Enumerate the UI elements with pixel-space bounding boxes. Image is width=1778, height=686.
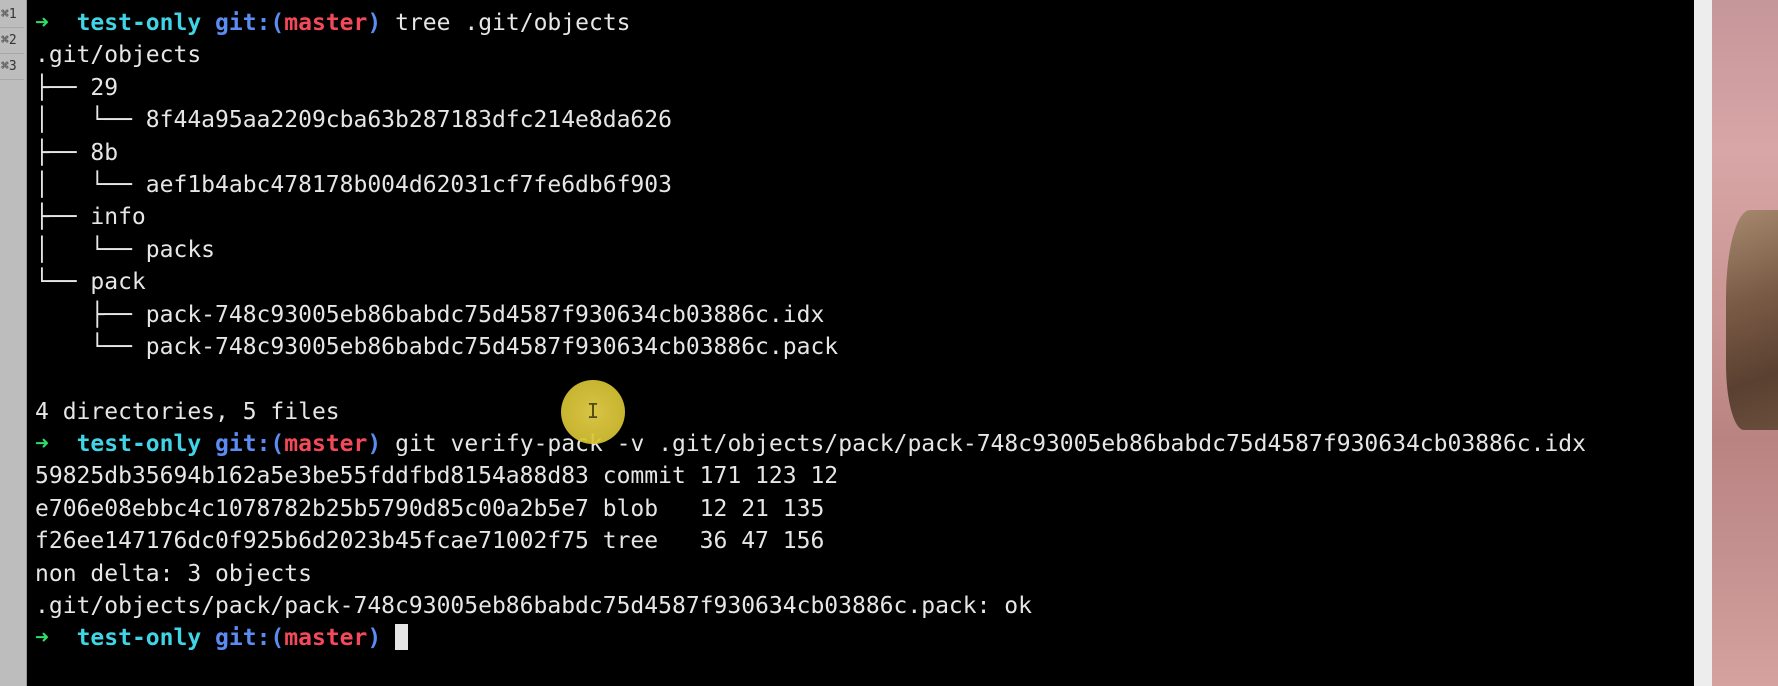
- prompt-arrow-icon: ➜: [35, 10, 49, 36]
- wallpaper-cliff: [1726, 210, 1778, 430]
- tab-indicator-2[interactable]: ⌘2: [0, 28, 24, 54]
- prompt-git-suffix: ): [367, 431, 382, 458]
- prompt-arrow-icon: ➜: [35, 625, 49, 652]
- prompt-arrow-icon: ➜: [35, 431, 49, 458]
- desktop-wallpaper: [1712, 0, 1778, 686]
- output-line: ├── info: [35, 204, 146, 231]
- command-text: tree .git/objects: [395, 10, 631, 36]
- prompt-branch: master: [284, 10, 368, 36]
- window-edge: [1694, 0, 1712, 686]
- prompt-line-tree: ➜ test-only git:(master) tree .git/objec…: [35, 7, 1586, 39]
- output-line: │ └── 8f44a95aa2209cba63b287183dfc214e8d…: [35, 107, 672, 134]
- mouse-highlight: I: [561, 380, 625, 444]
- prompt-line-active[interactable]: ➜ test-only git:(master): [35, 622, 1586, 654]
- tab-indicator-3[interactable]: ⌘3: [0, 54, 24, 80]
- prompt-branch: master: [284, 625, 368, 652]
- prompt-git-prefix: git:(: [215, 10, 285, 36]
- output-line: ├── 8b: [35, 139, 119, 166]
- prompt-branch: master: [284, 431, 368, 458]
- output-line: e706e08ebbc4c1078782b25b5790d85c00a2b5e7…: [35, 495, 825, 522]
- prompt-git-prefix: git:(: [215, 625, 285, 652]
- output-line: ├── pack-748c93005eb86babdc75d4587f93063…: [35, 301, 825, 328]
- prompt-directory: test-only: [76, 431, 202, 458]
- output-line: │ └── packs: [35, 236, 216, 263]
- output-line: ├── 29: [35, 74, 119, 101]
- output-line: f26ee147176dc0f925b6d2023b45fcae71002f75…: [35, 528, 825, 555]
- output-line: │ └── aef1b4abc478178b004d62031cf7fe6db6…: [35, 171, 672, 198]
- prompt-git-prefix: git:(: [215, 431, 285, 458]
- output-line: .git/objects/pack/pack-748c93005eb86babd…: [35, 593, 1032, 620]
- output-line: non delta: 3 objects: [35, 560, 312, 587]
- tab-gutter: ⌘1 ⌘2 ⌘3: [0, 0, 27, 686]
- prompt-git-suffix: ): [367, 625, 382, 652]
- prompt-git-suffix: ): [367, 10, 382, 36]
- screen: ⌘1 ⌘2 ⌘3 ➜ test-only git:(master) tree .…: [0, 0, 1778, 686]
- terminal-window[interactable]: ➜ test-only git:(master) tree .git/objec…: [27, 0, 1694, 686]
- output-line: .git/objects: [35, 42, 202, 69]
- prompt-line-verify: ➜ test-only git:(master) git verify-pack…: [35, 428, 1586, 460]
- output-line: 59825db35694b162a5e3be55fddfbd8154a88d83…: [35, 463, 839, 490]
- tab-indicator-1[interactable]: ⌘1: [0, 2, 24, 28]
- terminal-output: ➜ test-only git:(master) tree .git/objec…: [35, 7, 1586, 655]
- output-summary-line: 4 directories, 5 files: [35, 398, 340, 425]
- output-line: └── pack-748c93005eb86babdc75d4587f93063…: [35, 333, 839, 360]
- prompt-directory: test-only: [76, 10, 202, 36]
- prompt-directory: test-only: [76, 625, 202, 652]
- output-line: └── pack: [35, 269, 146, 296]
- text-cursor: [395, 623, 409, 650]
- ibeam-cursor-icon: I: [587, 399, 600, 423]
